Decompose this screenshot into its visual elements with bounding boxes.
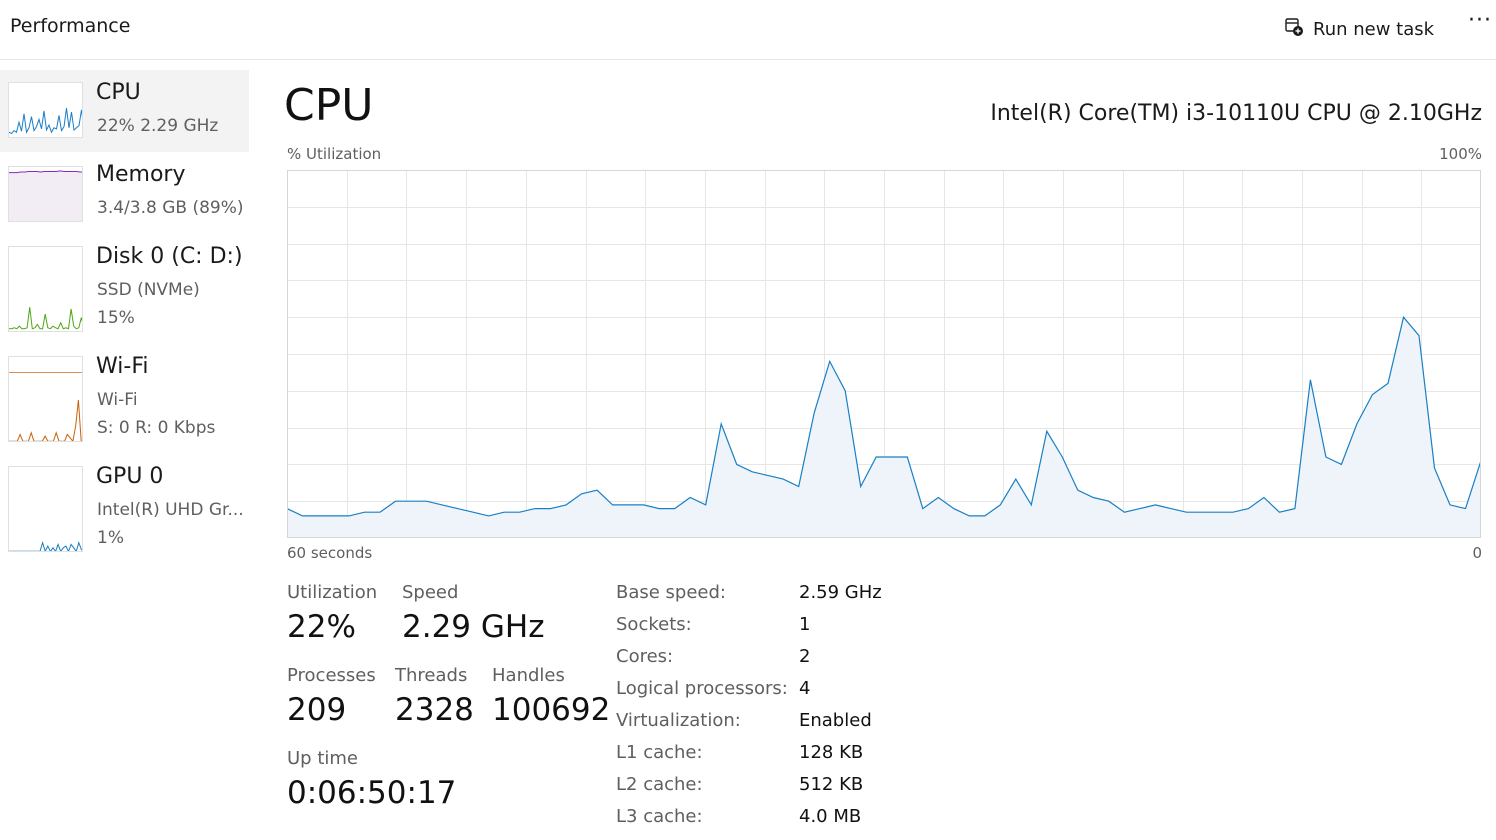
- cpu-graph-canvas: [286, 170, 1482, 538]
- sidebar-item-memory[interactable]: Memory 3.4/3.8 GB (89%): [0, 154, 249, 234]
- info-key: Logical processors:: [616, 678, 788, 699]
- sidebar-item-wifi[interactable]: Wi-Fi Wi-Fi S: 0 R: 0 Kbps: [0, 346, 249, 454]
- speed-value: 2.29 GHz: [402, 609, 545, 645]
- thumbnail-sparkline: [9, 540, 82, 551]
- cpu-model-name: Intel(R) Core(TM) i3-10110U CPU @ 2.10GH…: [990, 101, 1482, 126]
- sidebar-item-detail: 22% 2.29 GHz: [97, 116, 219, 136]
- info-value: 2: [799, 646, 811, 667]
- thumbnail-sparkline: [9, 108, 82, 135]
- sidebar-item-detail-2: S: 0 R: 0 Kbps: [97, 418, 216, 438]
- y-axis-label: % Utilization: [287, 145, 382, 163]
- more-options-button[interactable]: ···: [1466, 8, 1494, 38]
- x-axis-left-label: 60 seconds: [287, 544, 373, 562]
- sidebar-item-gpu[interactable]: GPU 0 Intel(R) UHD Gr... 1%: [0, 456, 249, 564]
- cpu-utilization-graph: [286, 170, 1482, 538]
- page-title: Performance: [10, 15, 131, 37]
- info-key: Virtualization:: [616, 710, 741, 731]
- run-task-label: Run new task: [1313, 18, 1435, 40]
- sidebar-item-name: Wi-Fi: [96, 354, 149, 379]
- sidebar-item-name: Disk 0 (C: D:): [96, 244, 243, 269]
- threads-value: 2328: [395, 692, 474, 728]
- run-task-icon: [1284, 17, 1304, 41]
- speed-label: Speed: [402, 582, 459, 603]
- disk-thumbnail-graph: [8, 246, 83, 332]
- gpu-thumbnail-graph: [8, 466, 83, 552]
- sidebar-item-detail: SSD (NVMe): [97, 280, 200, 300]
- info-key: L1 cache:: [616, 742, 703, 763]
- info-key: L3 cache:: [616, 806, 703, 827]
- info-key: Cores:: [616, 646, 674, 667]
- sidebar-item-detail: 3.4/3.8 GB (89%): [97, 198, 244, 218]
- info-value: 512 KB: [799, 774, 864, 795]
- cpu-thumbnail-graph: [8, 82, 83, 138]
- handles-value: 100692: [492, 692, 611, 728]
- uptime-value: 0:06:50:17: [287, 775, 457, 811]
- cpu-heading: CPU: [284, 80, 374, 131]
- sidebar-item-name: Memory: [96, 162, 186, 187]
- sidebar-item-detail: Wi-Fi: [97, 390, 138, 410]
- thumbnail-sparkline: [9, 307, 82, 330]
- info-value: 1: [799, 614, 811, 635]
- sidebar-item-name: CPU: [96, 80, 141, 105]
- sidebar-item-detail-2: 1%: [97, 528, 124, 548]
- utilization-label: Utilization: [287, 582, 378, 603]
- sidebar-item-detail: Intel(R) UHD Gr...: [97, 500, 244, 520]
- sidebar-item-disk[interactable]: Disk 0 (C: D:) SSD (NVMe) 15%: [0, 236, 249, 344]
- sidebar-item-cpu[interactable]: CPU 22% 2.29 GHz: [0, 70, 249, 152]
- memory-thumbnail-graph: [8, 166, 83, 222]
- thumbnail-area: [9, 170, 82, 221]
- processes-value: 209: [287, 692, 347, 728]
- wifi-thumbnail-graph: [8, 356, 83, 442]
- info-key: L2 cache:: [616, 774, 703, 795]
- info-value: 4: [799, 678, 811, 699]
- sidebar-item-name: GPU 0: [96, 464, 164, 489]
- info-key: Base speed:: [616, 582, 726, 603]
- thumbnail-sparkline: [9, 399, 82, 441]
- info-value: 128 KB: [799, 742, 864, 763]
- run-new-task-button[interactable]: Run new task: [1284, 14, 1434, 44]
- y-axis-max-label: 100%: [1439, 145, 1482, 163]
- sidebar-item-detail-2: 15%: [97, 308, 135, 328]
- utilization-value: 22%: [287, 609, 356, 645]
- info-key: Sockets:: [616, 614, 692, 635]
- info-value: Enabled: [799, 710, 872, 731]
- header-bar: Performance Run new task ···: [0, 0, 1496, 60]
- info-value: 4.0 MB: [799, 806, 862, 827]
- info-value: 2.59 GHz: [799, 582, 882, 603]
- uptime-label: Up time: [287, 748, 358, 769]
- processes-label: Processes: [287, 665, 376, 686]
- x-axis-right-label: 0: [1472, 544, 1482, 562]
- handles-label: Handles: [492, 665, 565, 686]
- threads-label: Threads: [395, 665, 468, 686]
